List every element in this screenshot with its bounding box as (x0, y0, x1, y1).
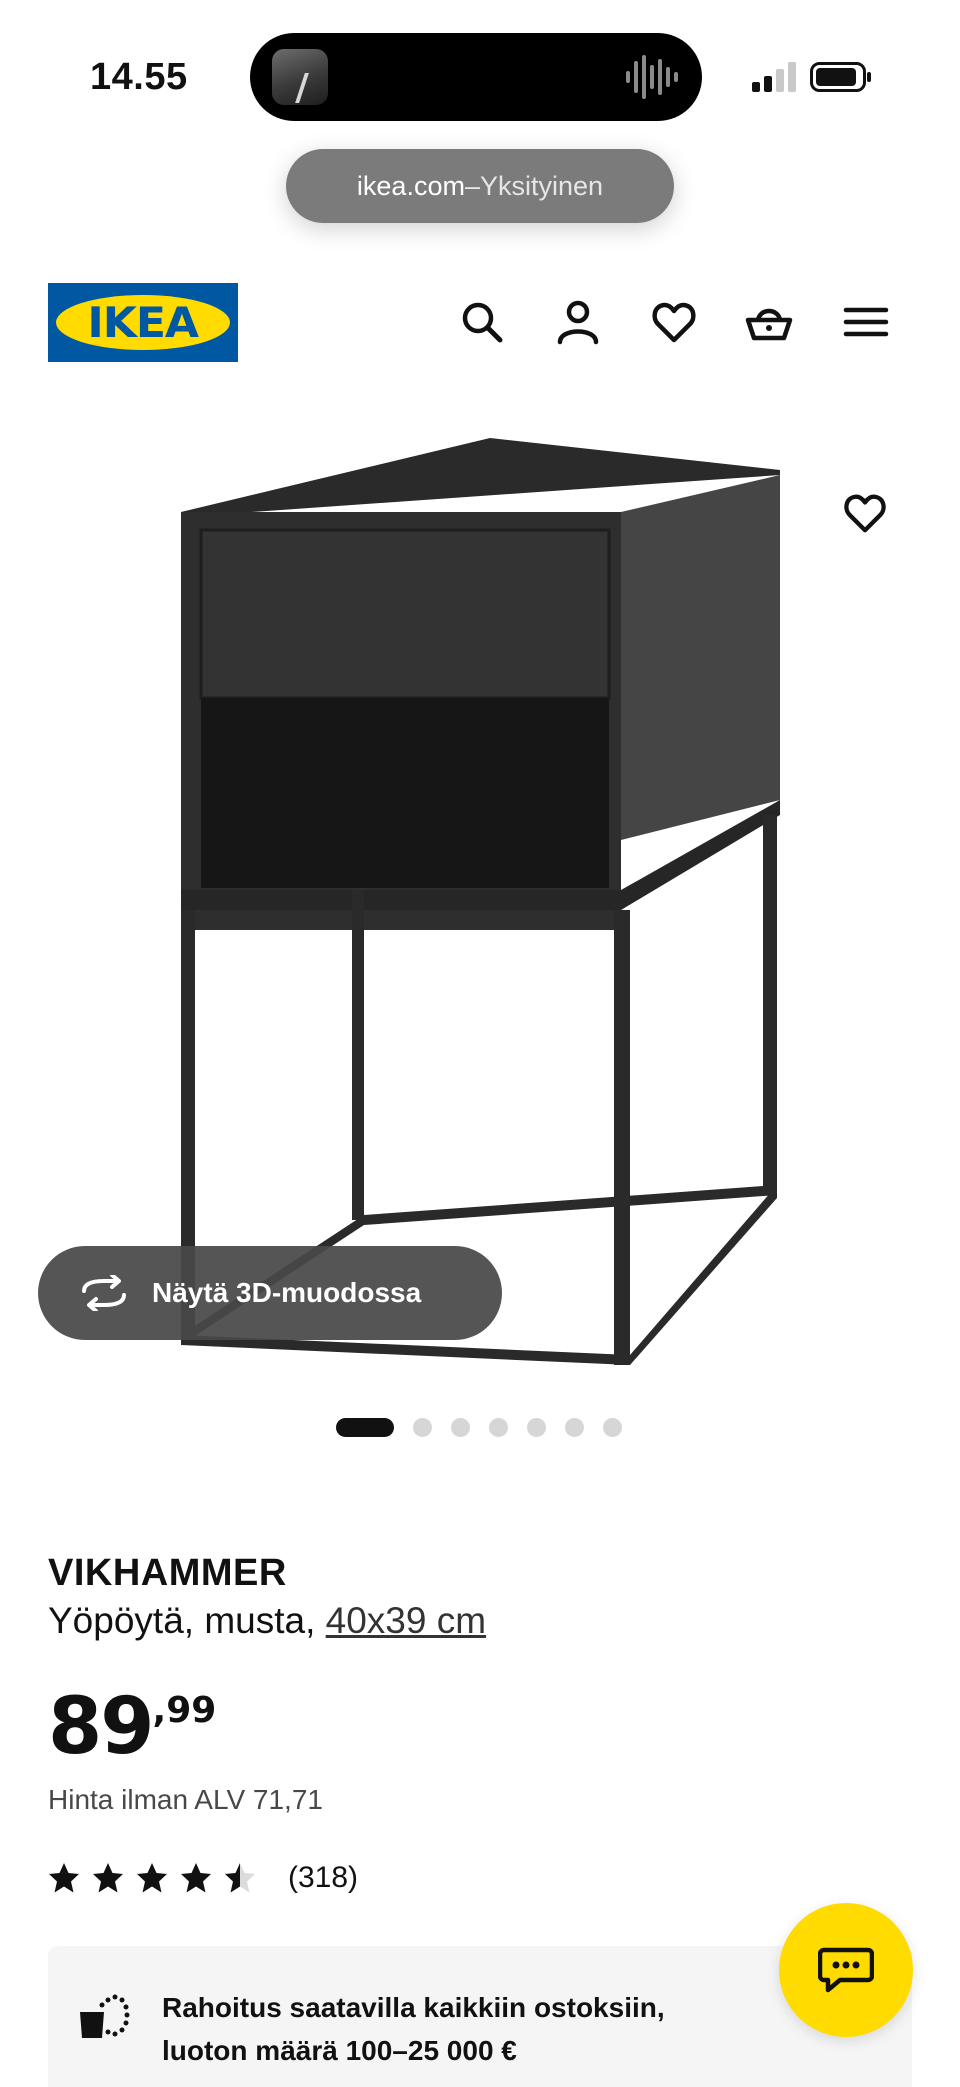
carousel-dot[interactable] (565, 1417, 584, 1437)
price-decimal: ,99 (152, 1690, 217, 1731)
carousel-dot[interactable] (413, 1417, 432, 1437)
star-full-icon (181, 1863, 211, 1893)
carousel-dot[interactable] (451, 1417, 470, 1437)
product-type-color: Yöpöytä, musta, (48, 1600, 326, 1641)
price-excl-vat: Hinta ilman ALV 71,71 (48, 1784, 323, 1815)
carousel-dot[interactable] (603, 1417, 622, 1437)
product-price: 89,99 (48, 1682, 216, 1772)
carousel-dot[interactable] (336, 1417, 394, 1437)
battery-icon (810, 62, 871, 92)
view-in-3d-label: Näytä 3D-muodossa (152, 1277, 422, 1308)
carousel-dot[interactable] (527, 1417, 546, 1437)
view-in-3d-button[interactable]: Näytä 3D-muodossa (38, 1246, 502, 1340)
star-half-icon (225, 1863, 255, 1893)
status-time: 14.55 (90, 56, 188, 98)
cellular-signal-icon (752, 62, 796, 92)
browser-address-pill[interactable]: ikea.com – Yksityinen (286, 149, 674, 223)
carousel-dot[interactable] (489, 1417, 508, 1437)
price-integer: 89 (48, 1682, 155, 1772)
product-favourite-heart-icon[interactable] (842, 490, 888, 536)
financing-line-2: luoton määrä 100–25 000 € (162, 2035, 517, 2066)
star-full-icon (137, 1863, 167, 1893)
profile-icon[interactable] (554, 298, 602, 346)
product-description: Yöpöytä, musta, 40x39 cm (48, 1600, 486, 1642)
product-size-link[interactable]: 40x39 cm (326, 1600, 486, 1641)
ikea-logo[interactable]: IKEA (48, 283, 238, 362)
star-full-icon (49, 1863, 79, 1893)
financing-wallet-icon (80, 1994, 130, 2038)
now-playing-thumbnail (272, 49, 328, 105)
search-icon[interactable] (458, 298, 506, 346)
shopping-basket-icon[interactable] (745, 298, 793, 346)
logo-oval: IKEA (56, 295, 230, 350)
favourites-heart-icon[interactable] (650, 298, 698, 346)
financing-text: Rahoitus saatavilla kaikkiin ostoksiin, … (162, 1986, 665, 2072)
status-bar: 14.55 (0, 0, 960, 150)
product-rating[interactable]: (318) (48, 1858, 358, 1898)
rating-count: (318) (288, 1861, 359, 1894)
image-carousel-indicator[interactable] (336, 1417, 641, 1437)
audio-waveform-icon (626, 55, 678, 99)
rotate-3d-icon (82, 1275, 126, 1311)
url-separator: – (464, 170, 480, 201)
chat-support-button[interactable] (779, 1903, 913, 2037)
product-name: VIKHAMMER (48, 1552, 287, 1594)
hamburger-menu-icon[interactable] (842, 298, 890, 346)
logo-text: IKEA (87, 298, 200, 347)
star-full-icon (93, 1863, 123, 1893)
private-mode-label: Yksityinen (480, 170, 604, 201)
chat-bubble-icon (818, 1947, 874, 1993)
product-image-nightstand[interactable] (160, 420, 800, 1370)
url-domain: ikea.com (356, 170, 465, 201)
financing-line-1: Rahoitus saatavilla kaikkiin ostoksiin, (162, 1992, 665, 2023)
dynamic-island[interactable] (250, 33, 702, 121)
site-header: IKEA (0, 280, 960, 362)
